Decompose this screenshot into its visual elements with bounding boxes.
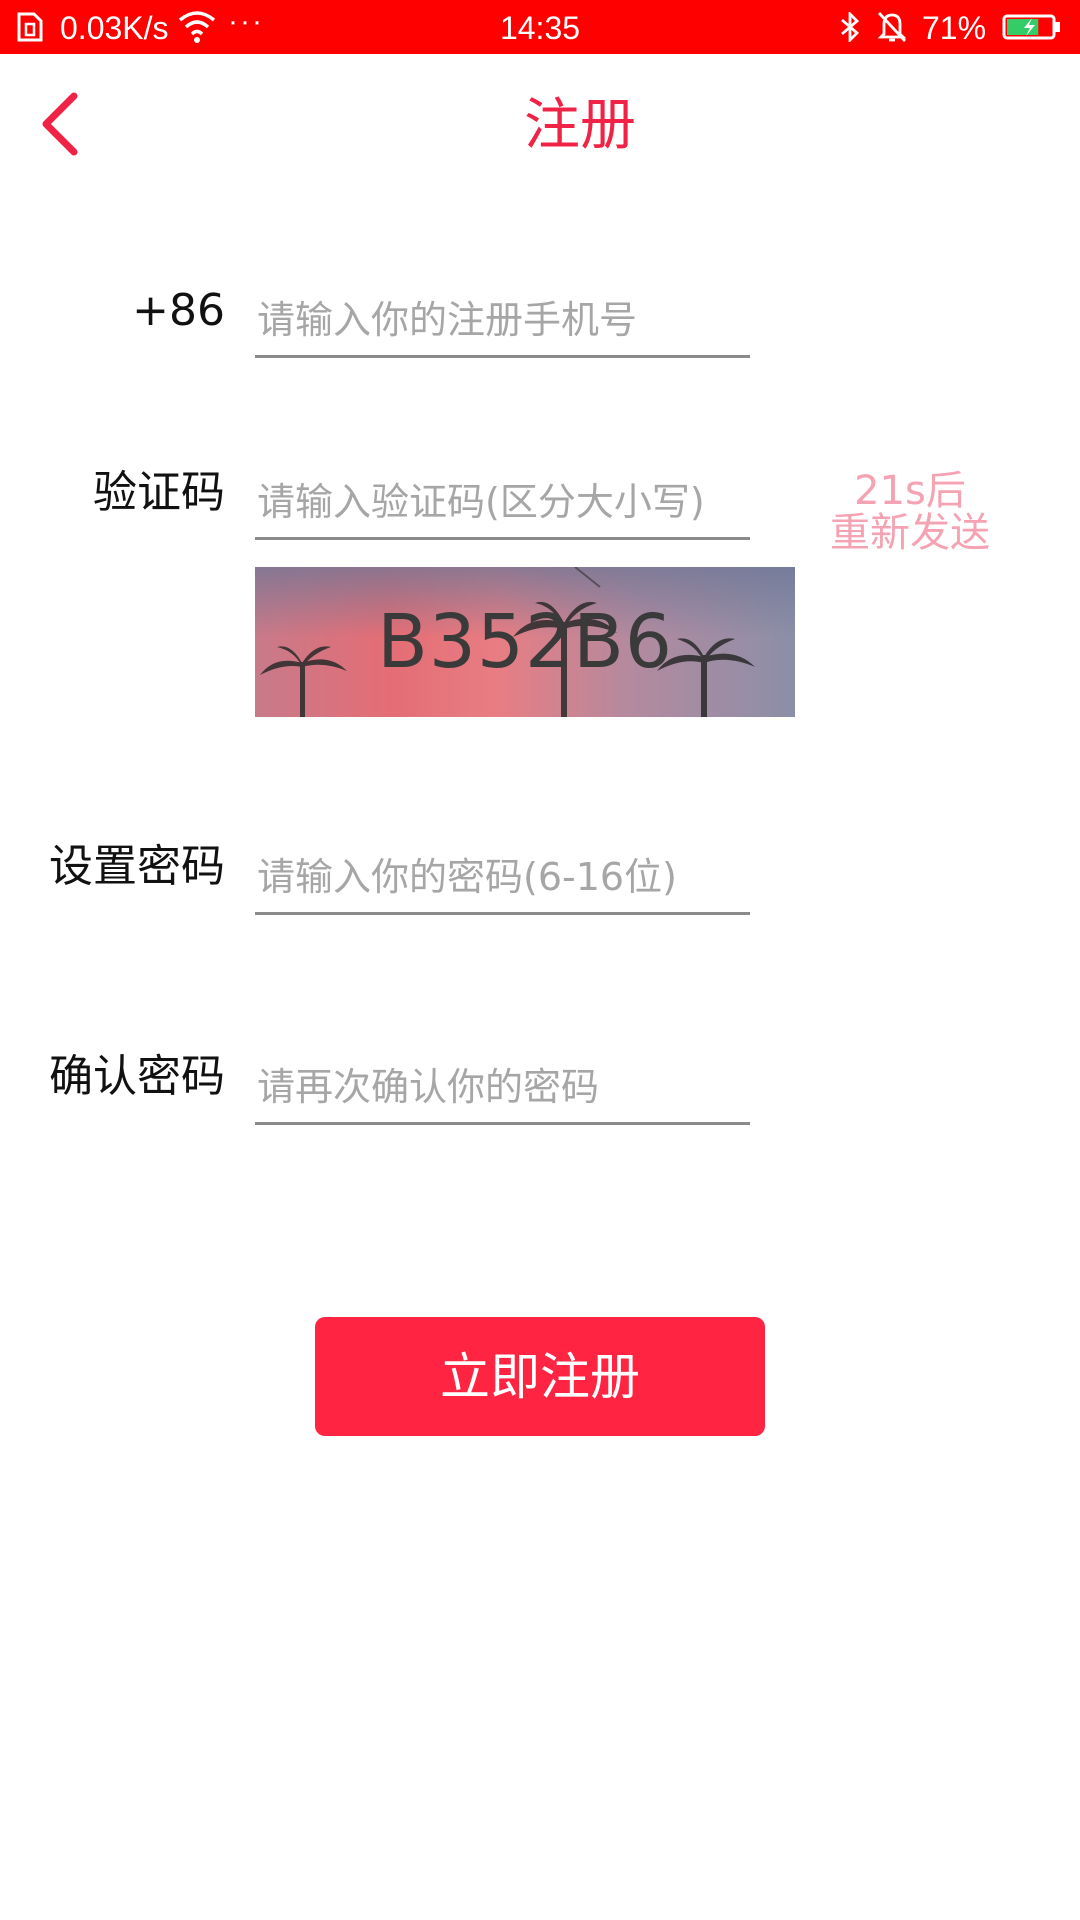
battery-percent: 71%	[922, 10, 987, 46]
phone-input[interactable]	[257, 285, 747, 355]
register-button[interactable]: 立即注册	[315, 1317, 765, 1436]
phone-country-code: +86	[132, 285, 225, 336]
captcha-text: B352B6	[377, 599, 673, 685]
status-bar: 0.03K/s ··· 14:35 71%	[0, 0, 1080, 54]
password-input[interactable]	[257, 842, 747, 912]
code-input[interactable]	[257, 467, 747, 537]
bluetooth-icon	[841, 12, 860, 42]
confirm-password-input[interactable]	[257, 1052, 747, 1122]
status-time: 14:35	[499, 10, 581, 46]
confirm-password-label: 确认密码	[49, 1051, 225, 1102]
resend-code-button[interactable]: 21s后 重新发送	[805, 470, 1015, 554]
register-page: 0.03K/s ··· 14:35 71% 注册 +86 请输入你的注册手机号 …	[0, 0, 1080, 1920]
battery-charging-icon	[1002, 14, 1060, 40]
page-title: 注册	[524, 93, 636, 158]
code-label: 验证码	[93, 467, 225, 518]
resend-countdown: 21s后	[854, 468, 966, 514]
code-field	[255, 467, 750, 540]
resend-label: 重新发送	[830, 510, 990, 556]
captcha-image[interactable]: B352B6	[255, 567, 795, 717]
mute-bell-icon	[877, 12, 907, 42]
phone-field	[255, 285, 750, 358]
password-field	[255, 842, 750, 915]
confirm-password-field	[255, 1052, 750, 1125]
password-label: 设置密码	[49, 841, 225, 892]
